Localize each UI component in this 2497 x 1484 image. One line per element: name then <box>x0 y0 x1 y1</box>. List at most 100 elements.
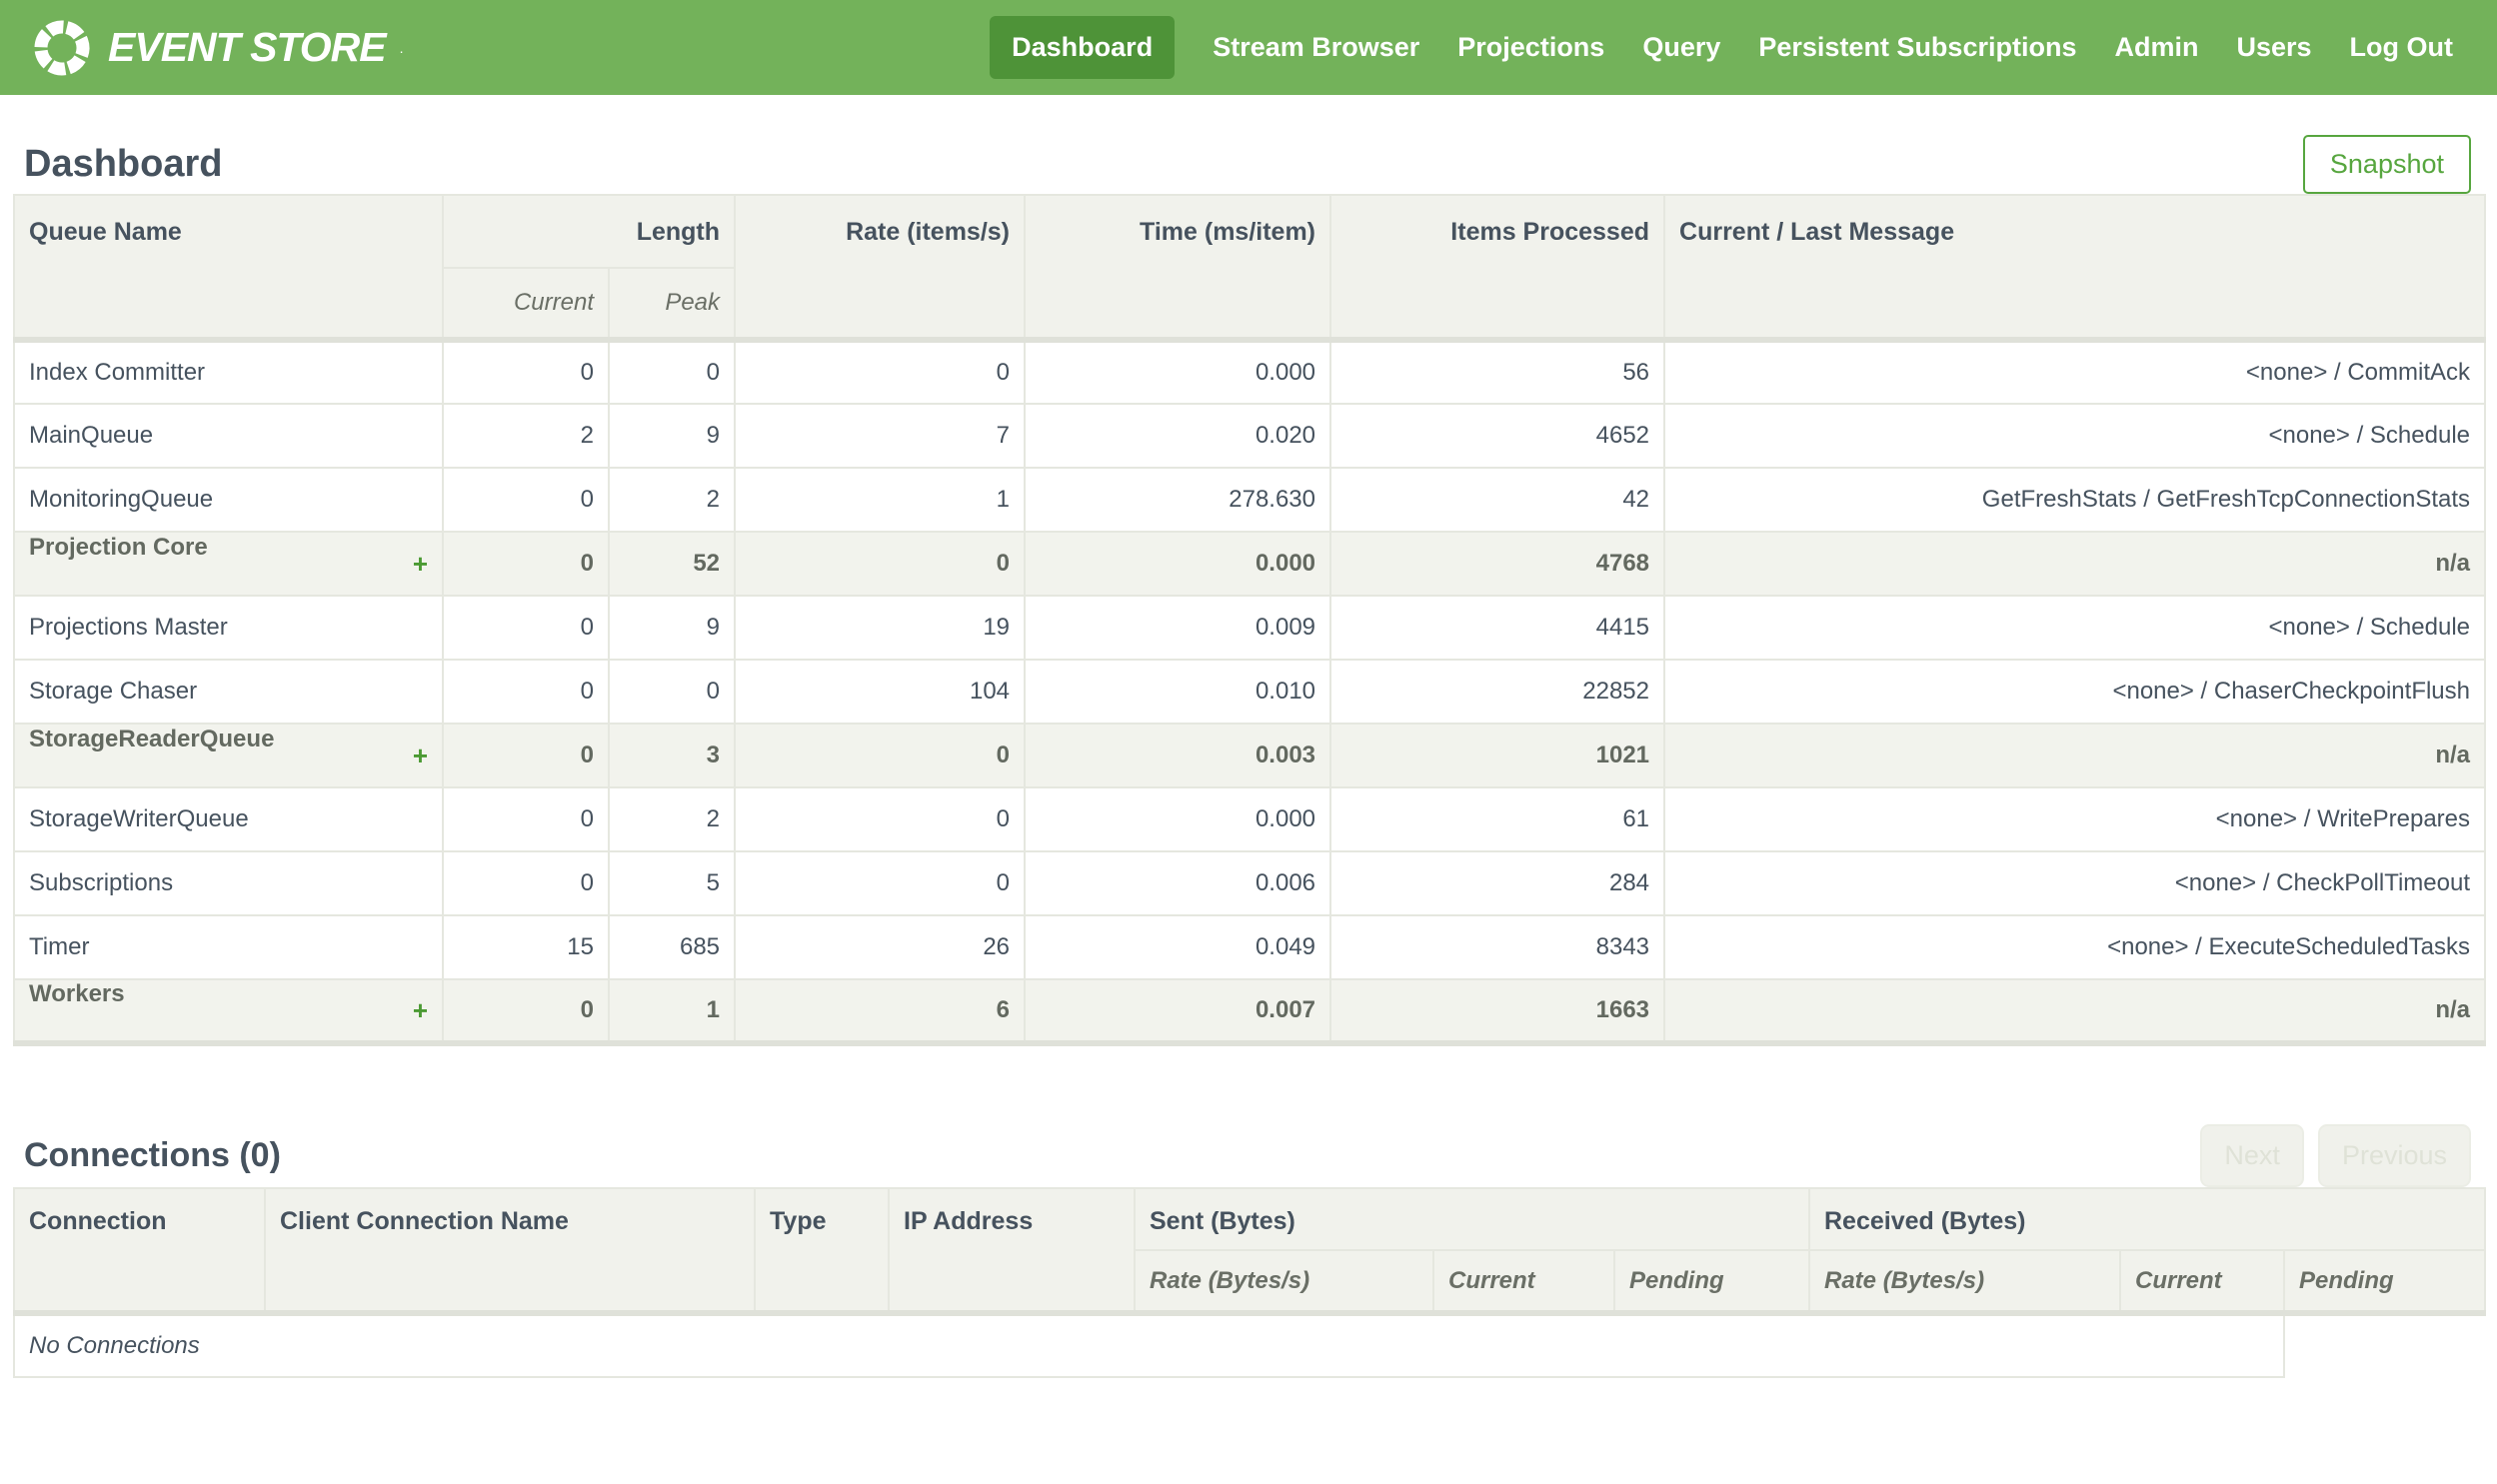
connections-table-header: Connection Client Connection Name Type I… <box>13 1187 2487 1314</box>
queue-name-cell: Storage Chaser <box>13 659 444 725</box>
time-cell: 278.630 <box>1024 467 1332 533</box>
time-cell: 0.000 <box>1024 786 1332 852</box>
peak-cell: 2 <box>607 786 737 852</box>
expand-plus-icon[interactable]: + <box>413 726 428 785</box>
page-title: Dashboard <box>24 143 223 185</box>
rate-cell: 1 <box>734 467 1027 533</box>
message-cell: n/a <box>1663 723 2487 788</box>
table-row: Timer 15 685 26 0.049 8343 <none> / Exec… <box>13 914 2487 980</box>
col-connection: Connection <box>13 1187 266 1314</box>
rate-cell: 26 <box>734 914 1027 980</box>
no-connections-row: No Connections <box>13 1313 2486 1378</box>
nav-item-users[interactable]: Users <box>2236 16 2311 79</box>
time-cell: 0.006 <box>1024 850 1332 916</box>
col-type: Type <box>754 1187 890 1314</box>
queue-name-cell: Timer <box>13 914 444 980</box>
time-cell: 0.000 <box>1024 339 1332 405</box>
connections-title: Connections (0) <box>24 1136 281 1174</box>
time-cell: 0.007 <box>1024 978 1332 1044</box>
connections-table: Connection Client Connection Name Type I… <box>13 1187 2487 1378</box>
queue-name-label: StorageReaderQueue <box>29 726 275 752</box>
nav-item-log-out[interactable]: Log Out <box>2350 16 2453 79</box>
nav-items: Dashboard Stream Browser Projections Que… <box>990 16 2453 79</box>
col-items-processed: Items Processed <box>1329 194 1666 341</box>
items-cell: 8343 <box>1329 914 1666 980</box>
nav-item-projections[interactable]: Projections <box>1457 16 1604 79</box>
rate-cell: 19 <box>734 595 1027 661</box>
queue-name-label: Workers <box>29 980 125 1007</box>
rate-cell: 0 <box>734 850 1027 916</box>
bottom-spacer <box>0 1378 2497 1404</box>
peak-cell: 3 <box>607 723 737 788</box>
nav-item-dashboard[interactable]: Dashboard <box>990 16 1176 79</box>
brand-name: EVENT STORE <box>108 24 387 70</box>
col-sent-current: Current <box>1432 1249 1615 1314</box>
current-cell: 0 <box>442 595 610 661</box>
items-cell: 1021 <box>1329 723 1666 788</box>
current-cell: 0 <box>442 467 610 533</box>
expand-plus-icon[interactable]: + <box>413 980 428 1040</box>
col-received-rate: Rate (Bytes/s) <box>1808 1249 2121 1314</box>
col-client-connection-name: Client Connection Name <box>264 1187 756 1314</box>
col-received-pending: Pending <box>2282 1249 2487 1314</box>
col-ip-address: IP Address <box>888 1187 1136 1314</box>
table-row: Storage Chaser 0 0 104 0.010 22852 <none… <box>13 659 2487 725</box>
queue-name-cell: Projections Master <box>13 595 444 661</box>
message-cell: <none> / CommitAck <box>1663 339 2487 405</box>
nav-item-admin[interactable]: Admin <box>2114 16 2198 79</box>
table-row-group: Workers + 0 1 6 0.007 1663 n/a <box>13 978 2487 1044</box>
expand-plus-icon[interactable]: + <box>413 534 428 594</box>
col-time: Time (ms/item) <box>1024 194 1332 341</box>
nav-item-query[interactable]: Query <box>1642 16 1720 79</box>
current-cell: 0 <box>442 531 610 597</box>
col-message: Current / Last Message <box>1663 194 2487 341</box>
next-button[interactable]: Next <box>2200 1124 2304 1187</box>
snapshot-button[interactable]: Snapshot <box>2302 135 2471 194</box>
current-cell: 0 <box>442 723 610 788</box>
current-cell: 0 <box>442 850 610 916</box>
current-cell: 0 <box>442 339 610 405</box>
items-cell: 42 <box>1329 467 1666 533</box>
table-row-group: Projection Core + 0 52 0 0.000 4768 n/a <box>13 531 2487 597</box>
message-cell: n/a <box>1663 978 2487 1044</box>
message-cell: <none> / ExecuteScheduledTasks <box>1663 914 2487 980</box>
rate-cell: 0 <box>734 531 1027 597</box>
connections-header: Connections (0) Next Previous <box>24 1124 2471 1187</box>
table-row: Subscriptions 0 5 0 0.006 284 <none> / C… <box>13 850 2487 916</box>
peak-cell: 9 <box>607 595 737 661</box>
time-cell: 0.049 <box>1024 914 1332 980</box>
queue-name-cell: Index Committer <box>13 339 444 405</box>
peak-cell: 2 <box>607 467 737 533</box>
col-queue-name: Queue Name <box>13 194 444 341</box>
items-cell: 4415 <box>1329 595 1666 661</box>
queue-name-cell: Workers + <box>13 978 444 1044</box>
rate-cell: 6 <box>734 978 1027 1044</box>
items-cell: 284 <box>1329 850 1666 916</box>
items-cell: 4652 <box>1329 403 1666 469</box>
message-cell: GetFreshStats / GetFreshTcpConnectionSta… <box>1663 467 2487 533</box>
time-cell: 0.010 <box>1024 659 1332 725</box>
items-cell: 4768 <box>1329 531 1666 597</box>
table-row-group: StorageReaderQueue + 0 3 0 0.003 1021 n/… <box>13 723 2487 788</box>
queue-name-cell: Subscriptions <box>13 850 444 916</box>
col-received-current: Current <box>2119 1249 2285 1314</box>
previous-button[interactable]: Previous <box>2317 1124 2471 1187</box>
no-connections-message: No Connections <box>13 1313 2285 1378</box>
table-row: MonitoringQueue 0 2 1 278.630 42 GetFres… <box>13 467 2487 533</box>
queue-table-header: Queue Name Length Rate (items/s) Time (m… <box>13 194 2487 341</box>
peak-cell: 0 <box>607 339 737 405</box>
nav-item-stream-browser[interactable]: Stream Browser <box>1213 16 1419 79</box>
current-cell: 0 <box>442 659 610 725</box>
top-nav-bar: EVENT STORE . Dashboard Stream Browser P… <box>0 0 2497 95</box>
message-cell: <none> / CheckPollTimeout <box>1663 850 2487 916</box>
col-length: Length <box>441 194 737 269</box>
nav-item-persistent-subscriptions[interactable]: Persistent Subscriptions <box>1758 16 2076 79</box>
brand-trademark: . <box>399 39 404 56</box>
peak-cell: 1 <box>607 978 737 1044</box>
rate-cell: 0 <box>734 339 1027 405</box>
table-row: MainQueue 2 9 7 0.020 4652 <none> / Sche… <box>13 403 2487 469</box>
pager-buttons: Next Previous <box>2200 1124 2471 1187</box>
col-sent-bytes: Sent (Bytes) <box>1134 1187 1810 1251</box>
current-cell: 2 <box>442 403 610 469</box>
peak-cell: 685 <box>607 914 737 980</box>
